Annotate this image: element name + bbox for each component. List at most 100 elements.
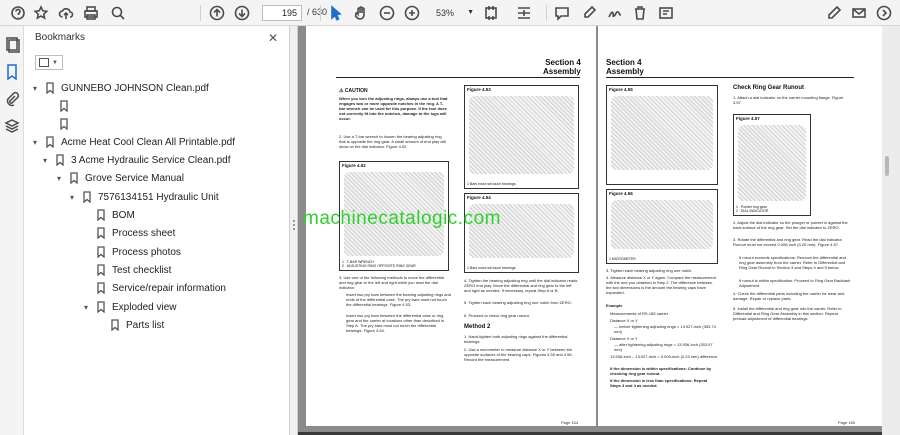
bookmark-icon <box>54 154 66 167</box>
method-2-heading: Method 2 <box>464 324 491 330</box>
example-line: — before tightening adjusting rings = 13… <box>614 324 716 334</box>
zoom-select[interactable]: 53% ▼ <box>428 5 476 21</box>
bookmark-item[interactable]: Parts list <box>95 316 164 334</box>
page-number: Page 165 <box>838 420 856 425</box>
runout-step-3a: If runout exceeds specifications: Remove… <box>739 255 846 270</box>
highlight-pen-icon[interactable] <box>579 3 599 23</box>
chevron-down-icon[interactable]: ▾ <box>54 174 64 183</box>
bookmark-icon <box>95 282 107 295</box>
sign-pen-icon[interactable] <box>824 3 844 23</box>
chevron-down-icon[interactable]: ▾ <box>81 303 91 312</box>
bookmark-item[interactable] <box>44 97 75 115</box>
bookmark-item[interactable]: Test checklist <box>81 261 171 279</box>
chevron-down-icon[interactable]: ▾ <box>40 156 50 165</box>
page-number: Page 164 <box>561 420 579 425</box>
check-runout-heading: Check Ring Gear Runout <box>733 85 805 91</box>
watermark-text: machinecatalogic.com <box>303 208 501 229</box>
section-heading: Section 4 Assembly <box>543 58 581 76</box>
caution-label: ⚠ CAUTION <box>339 88 368 94</box>
example-line: 13.936-inch – 13.927-inch = 0.009-inch (… <box>610 354 718 359</box>
page-total: / 630 <box>307 7 328 17</box>
draw-signature-icon[interactable] <box>605 3 625 23</box>
bookmark-item[interactable]: Service/repair information <box>81 279 226 297</box>
previous-page-icon[interactable] <box>207 3 227 23</box>
panel-resize-handle[interactable] <box>290 26 298 435</box>
caution-text: When you turn the adjusting rings, alway… <box>339 96 448 121</box>
bookmark-label: Service/repair information <box>112 282 226 294</box>
bookmark-icon <box>44 136 56 149</box>
figure-4-56: Figure 4.56 1 MICROMETER <box>606 189 718 264</box>
thumbnails-icon[interactable] <box>4 37 20 53</box>
bookmark-item[interactable] <box>44 115 75 133</box>
document-viewport[interactable]: Section 4 Assembly ⚠ CAUTION When you tur… <box>298 26 900 435</box>
step-3: 3. Use one of the following methods to m… <box>339 275 445 290</box>
scroll-mode-icon[interactable] <box>514 3 534 23</box>
runout-step-1: 1. Attach a dial indicator on the carrie… <box>733 95 844 105</box>
bookmark-item[interactable]: ▾ Acme Heat Cool Clean All Printable.pdf <box>30 133 235 151</box>
close-icon[interactable]: ✕ <box>268 31 278 45</box>
runout-step-2: 2. Adjust the dial indicator so the plun… <box>733 220 848 230</box>
bookmark-label: GUNNEBO JOHNSON Clean.pdf <box>61 82 209 94</box>
bookmark-star-icon[interactable] <box>31 3 51 23</box>
step-4: 4. Measure distance X or Y again. Compar… <box>606 275 716 295</box>
example-line: Distance X or Y <box>610 336 638 341</box>
example-heading: Example <box>606 303 623 308</box>
example-line: If the dimension is less than specificat… <box>610 378 708 388</box>
example-line: — after tightening adjusting rings = 13.… <box>614 342 713 352</box>
help-icon[interactable] <box>8 3 28 23</box>
stamp-icon[interactable] <box>656 3 676 23</box>
bookmark-label: BOM <box>112 209 135 221</box>
runout-step-4: 4. Check the differential parts includin… <box>733 291 845 301</box>
select-cursor-icon[interactable] <box>326 3 346 23</box>
hand-tool-icon[interactable] <box>351 3 371 23</box>
bookmark-item[interactable]: BOM <box>81 206 135 224</box>
chevron-down-icon[interactable]: ▾ <box>67 193 77 202</box>
fit-page-icon[interactable] <box>481 3 501 23</box>
chevron-down-icon[interactable]: ▾ <box>30 84 40 93</box>
method-2-step-1: 1. Hand-tighten both adjusting rings aga… <box>464 334 568 344</box>
chevron-right-icon[interactable] <box>874 3 894 23</box>
bookmark-item[interactable]: ▾ 7576134151 Hydraulic Unit <box>67 188 219 206</box>
bookmark-item[interactable]: Process sheet <box>81 224 175 242</box>
bookmark-icon <box>95 246 107 259</box>
step-2: 2. Use a T-bar wrench to loosen the bear… <box>339 134 446 149</box>
bookmark-label: Acme Heat Cool Clean All Printable.pdf <box>61 136 235 148</box>
comment-icon[interactable] <box>552 3 572 23</box>
bookmark-options-button[interactable]: ▼ <box>35 55 63 70</box>
next-page-icon[interactable] <box>232 3 252 23</box>
attachments-icon[interactable] <box>4 91 20 107</box>
bookmark-item[interactable]: ▾ GUNNEBO JOHNSON Clean.pdf <box>30 79 209 97</box>
zoom-in-icon[interactable] <box>402 3 422 23</box>
step-5: 5. Tighten each bearing adjusting ring o… <box>464 300 572 305</box>
search-icon[interactable] <box>108 3 128 23</box>
vertical-scrollbar[interactable] <box>882 26 900 435</box>
bookmark-label: Test checklist <box>112 264 172 276</box>
print-icon[interactable] <box>81 3 101 23</box>
zoom-out-icon[interactable] <box>377 3 397 23</box>
email-icon[interactable] <box>849 3 869 23</box>
bookmark-icon <box>44 82 56 95</box>
bookmark-item[interactable]: ▾ 3 Acme Hydraulic Service Clean.pdf <box>40 151 231 169</box>
bookmark-icon <box>58 118 70 131</box>
step-6: 6. Proceed to check ring gear runout. <box>464 313 530 318</box>
runout-step-3b: If runout is within specification: Proce… <box>739 278 851 288</box>
upload-cloud-icon[interactable] <box>56 3 76 23</box>
bookmark-item[interactable]: ▾ Exploded view <box>81 298 176 316</box>
runout-step-5: 5. Install the differential and ring gea… <box>733 306 842 321</box>
bookmarks-panel-icon[interactable] <box>4 64 20 81</box>
chevron-down-icon[interactable]: ▾ <box>30 138 40 147</box>
bookmark-icon <box>68 172 80 185</box>
bookmark-label: 7576134151 Hydraulic Unit <box>98 191 219 203</box>
step-3b: Insert two pry bars between the differen… <box>346 313 445 333</box>
bookmark-label: Parts list <box>126 319 165 331</box>
page-number-input[interactable]: 195 <box>262 5 302 21</box>
bookmark-item[interactable]: ▾ Grove Service Manual <box>54 169 184 187</box>
bookmark-item[interactable]: Process photos <box>81 243 181 261</box>
bookmarks-panel: Bookmarks ✕ ▼ ▾ GUNNEBO JOHNSON Clean.pdf… <box>24 26 290 435</box>
figure-4-55: Figure 4.55 <box>606 85 718 185</box>
layers-icon[interactable] <box>4 118 20 134</box>
figure-4-57: Figure 4.57 1 Pointer ring gear 2 DIAL I… <box>733 114 811 216</box>
bookmark-icon <box>58 100 70 113</box>
delete-icon[interactable] <box>630 3 650 23</box>
side-rail <box>0 26 24 435</box>
